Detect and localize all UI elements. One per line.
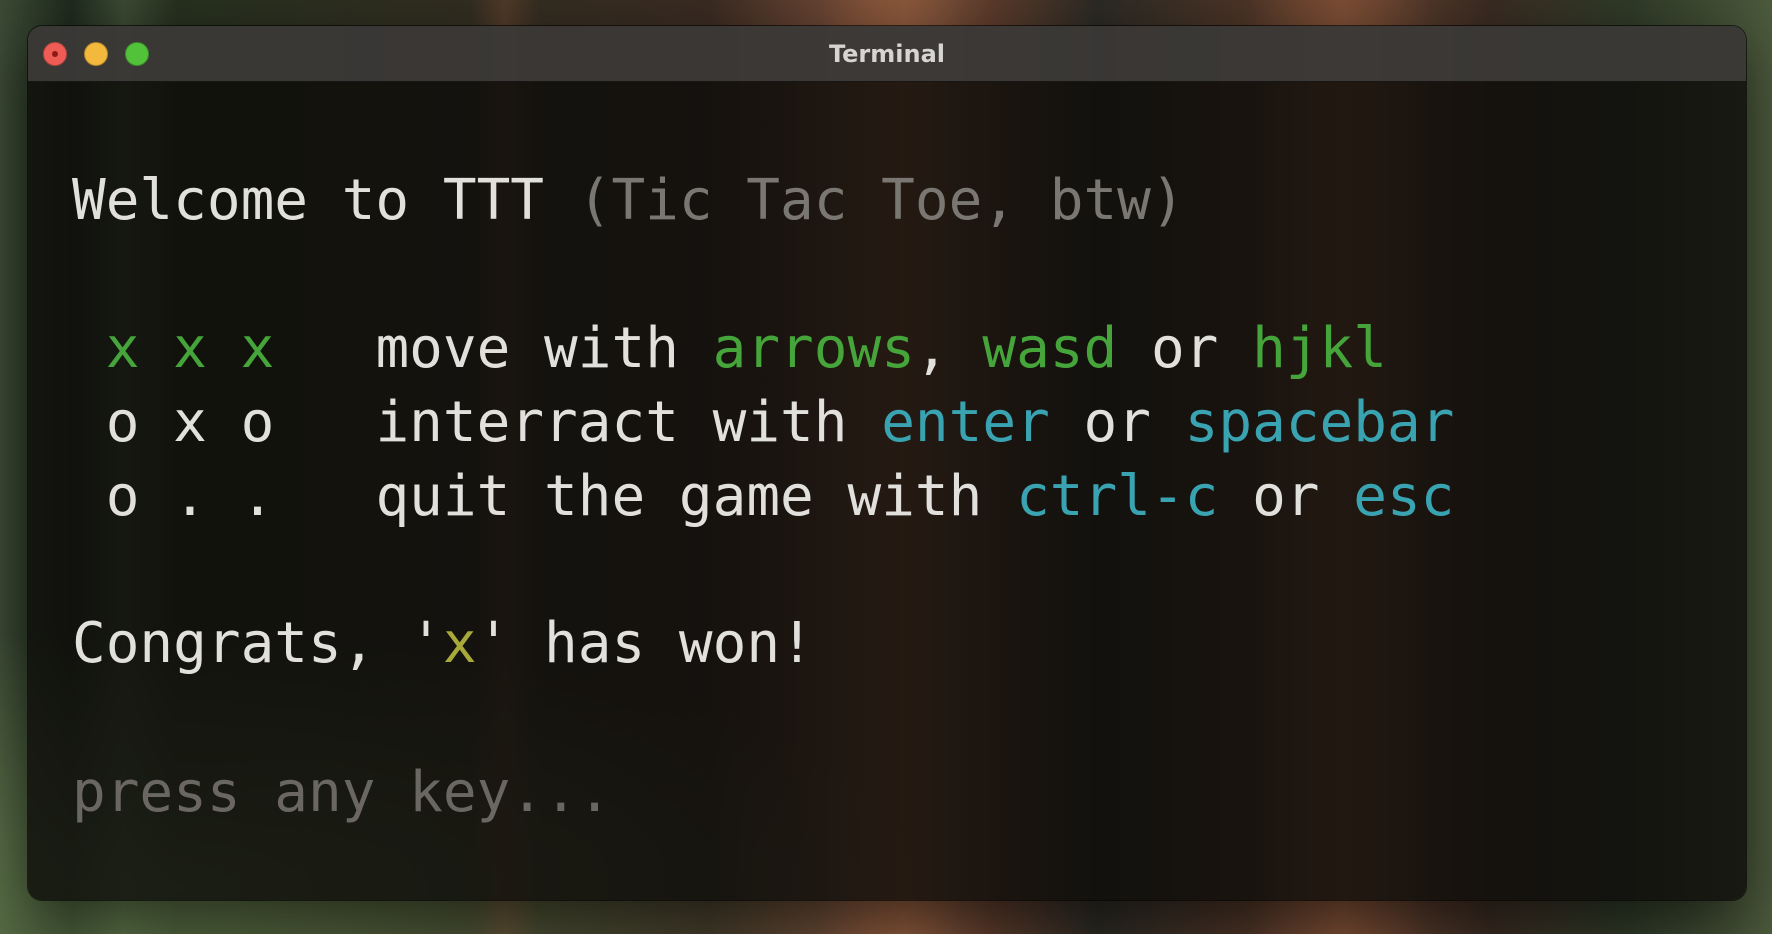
board-cell: x — [240, 316, 275, 381]
key-esc: esc — [1353, 464, 1455, 529]
board-cell: . — [173, 464, 207, 529]
welcome-aside: (Tic Tac Toe, btw) — [577, 168, 1185, 233]
board-cell: x — [105, 316, 140, 381]
key-hjkl: hjkl — [1252, 316, 1387, 381]
board-cell: o — [105, 390, 140, 455]
key-arrows: arrows — [712, 316, 915, 381]
result-after: ' has won! — [476, 611, 814, 676]
welcome-text: Welcome to TTT — [72, 168, 545, 233]
board-row-3: o . . quit the game with ctrl-c or esc — [72, 463, 1455, 531]
help-quit-prefix: quit the game with — [375, 464, 983, 529]
help-interact-prefix: interract with — [375, 390, 848, 455]
winner-symbol: x — [442, 611, 477, 676]
help-or: or — [1150, 316, 1219, 381]
welcome-line: Welcome to TTT (Tic Tac Toe, btw) — [72, 167, 1185, 235]
help-or: or — [1252, 464, 1320, 529]
result-line: Congrats, 'x' has won! — [72, 610, 814, 678]
terminal-window: Terminal Welcome to TTT (Tic Tac Toe, bt… — [28, 26, 1746, 900]
key-wasd: wasd — [982, 316, 1118, 381]
board-cell: x — [173, 316, 207, 381]
board-row-1: x x x move with arrows, wasd or hjkl — [72, 315, 1387, 383]
board-cell: x — [173, 390, 207, 455]
board-row-2: o x o interract with enter or spacebar — [72, 389, 1455, 457]
key-enter: enter — [881, 390, 1050, 455]
terminal-content[interactable]: Welcome to TTT (Tic Tac Toe, btw) x x x … — [28, 82, 1746, 900]
board-cell: o — [240, 390, 275, 455]
board-cell: o — [105, 464, 140, 529]
board-cell: . — [240, 464, 275, 529]
result-before: Congrats, ' — [72, 611, 443, 676]
help-move-prefix: move with — [375, 316, 679, 381]
key-ctrl-c: ctrl-c — [1016, 464, 1219, 529]
window-titlebar[interactable]: Terminal — [28, 26, 1746, 82]
key-spacebar: spacebar — [1184, 390, 1455, 455]
press-any-key-prompt: press any key... — [72, 760, 612, 825]
window-title: Terminal — [828, 40, 946, 68]
help-or: or — [1083, 390, 1151, 455]
help-separator: , — [914, 316, 949, 381]
